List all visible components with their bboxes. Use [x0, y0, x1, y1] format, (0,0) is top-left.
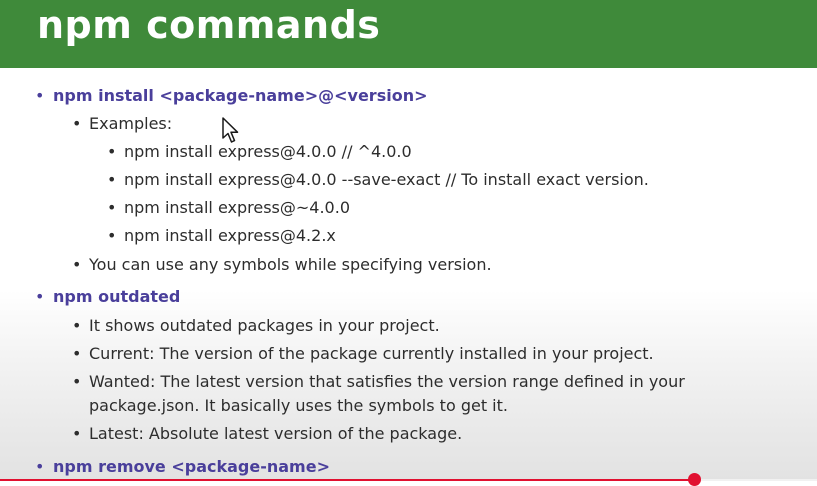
slide-title: npm commands: [37, 3, 381, 47]
list-item-text: npm install express@4.0.0 // ^4.0.0: [124, 142, 412, 161]
list-item-text: You can use any symbols while specifying…: [89, 255, 492, 274]
list-item: • You can use any symbols while specifyi…: [72, 255, 492, 274]
list-item: • npm install <package-name>@<version>: [35, 86, 428, 105]
list-item: • It shows outdated packages in your pro…: [72, 316, 440, 335]
mouse-pointer-icon: [222, 117, 239, 143]
list-item: • Wanted: The latest version that satisf…: [72, 372, 685, 391]
list-item-text: Latest: Absolute latest version of the p…: [89, 424, 463, 443]
list-item: • npm install express@4.0.0 --save-exact…: [107, 170, 649, 189]
list-item-text: Current: The version of the package curr…: [89, 344, 654, 363]
bullet-icon: •: [107, 170, 117, 189]
bullet-icon: •: [72, 344, 82, 363]
bullet-icon: •: [72, 372, 82, 391]
list-item-text: npm install express@4.2.x: [124, 226, 336, 245]
bullet-icon: •: [107, 198, 117, 217]
bullet-icon: •: [72, 255, 82, 274]
bullet-icon: •: [35, 287, 45, 306]
list-item: • npm install express@~4.0.0: [107, 198, 350, 217]
command-heading: npm outdated: [53, 287, 181, 306]
list-item-text: npm install express@~4.0.0: [124, 198, 350, 217]
bullet-icon: •: [35, 457, 45, 476]
command-heading: npm install <package-name>@<version>: [53, 86, 428, 105]
list-item-text: Examples:: [89, 114, 173, 133]
list-item: • Examples:: [72, 114, 173, 133]
list-item-text: It shows outdated packages in your proje…: [89, 316, 440, 335]
list-item-continuation: package.json. It basically uses the symb…: [89, 396, 508, 415]
bullet-icon: •: [72, 424, 82, 443]
list-item: • Latest: Absolute latest version of the…: [72, 424, 463, 443]
bullet-icon: •: [72, 316, 82, 335]
list-item: • Current: The version of the package cu…: [72, 344, 654, 363]
command-heading: npm remove <package-name>: [53, 457, 330, 476]
list-item-text: npm install express@4.0.0 --save-exact /…: [124, 170, 649, 189]
bullet-icon: •: [107, 142, 117, 161]
list-item: • npm outdated: [35, 287, 181, 306]
bullet-icon: •: [72, 114, 82, 133]
list-item: • npm install express@4.0.0 // ^4.0.0: [107, 142, 412, 161]
bullet-icon: •: [35, 86, 45, 105]
list-item: • npm install express@4.2.x: [107, 226, 336, 245]
bullet-icon: •: [107, 226, 117, 245]
list-item-text: package.json. It basically uses the symb…: [89, 396, 508, 415]
video-scrubber-handle[interactable]: [688, 473, 701, 486]
list-item-text: Wanted: The latest version that satisfie…: [89, 372, 685, 391]
slide-body: • npm install <package-name>@<version> •…: [0, 68, 817, 481]
slide-header: npm commands: [0, 0, 817, 68]
list-item: • npm remove <package-name>: [35, 457, 330, 476]
